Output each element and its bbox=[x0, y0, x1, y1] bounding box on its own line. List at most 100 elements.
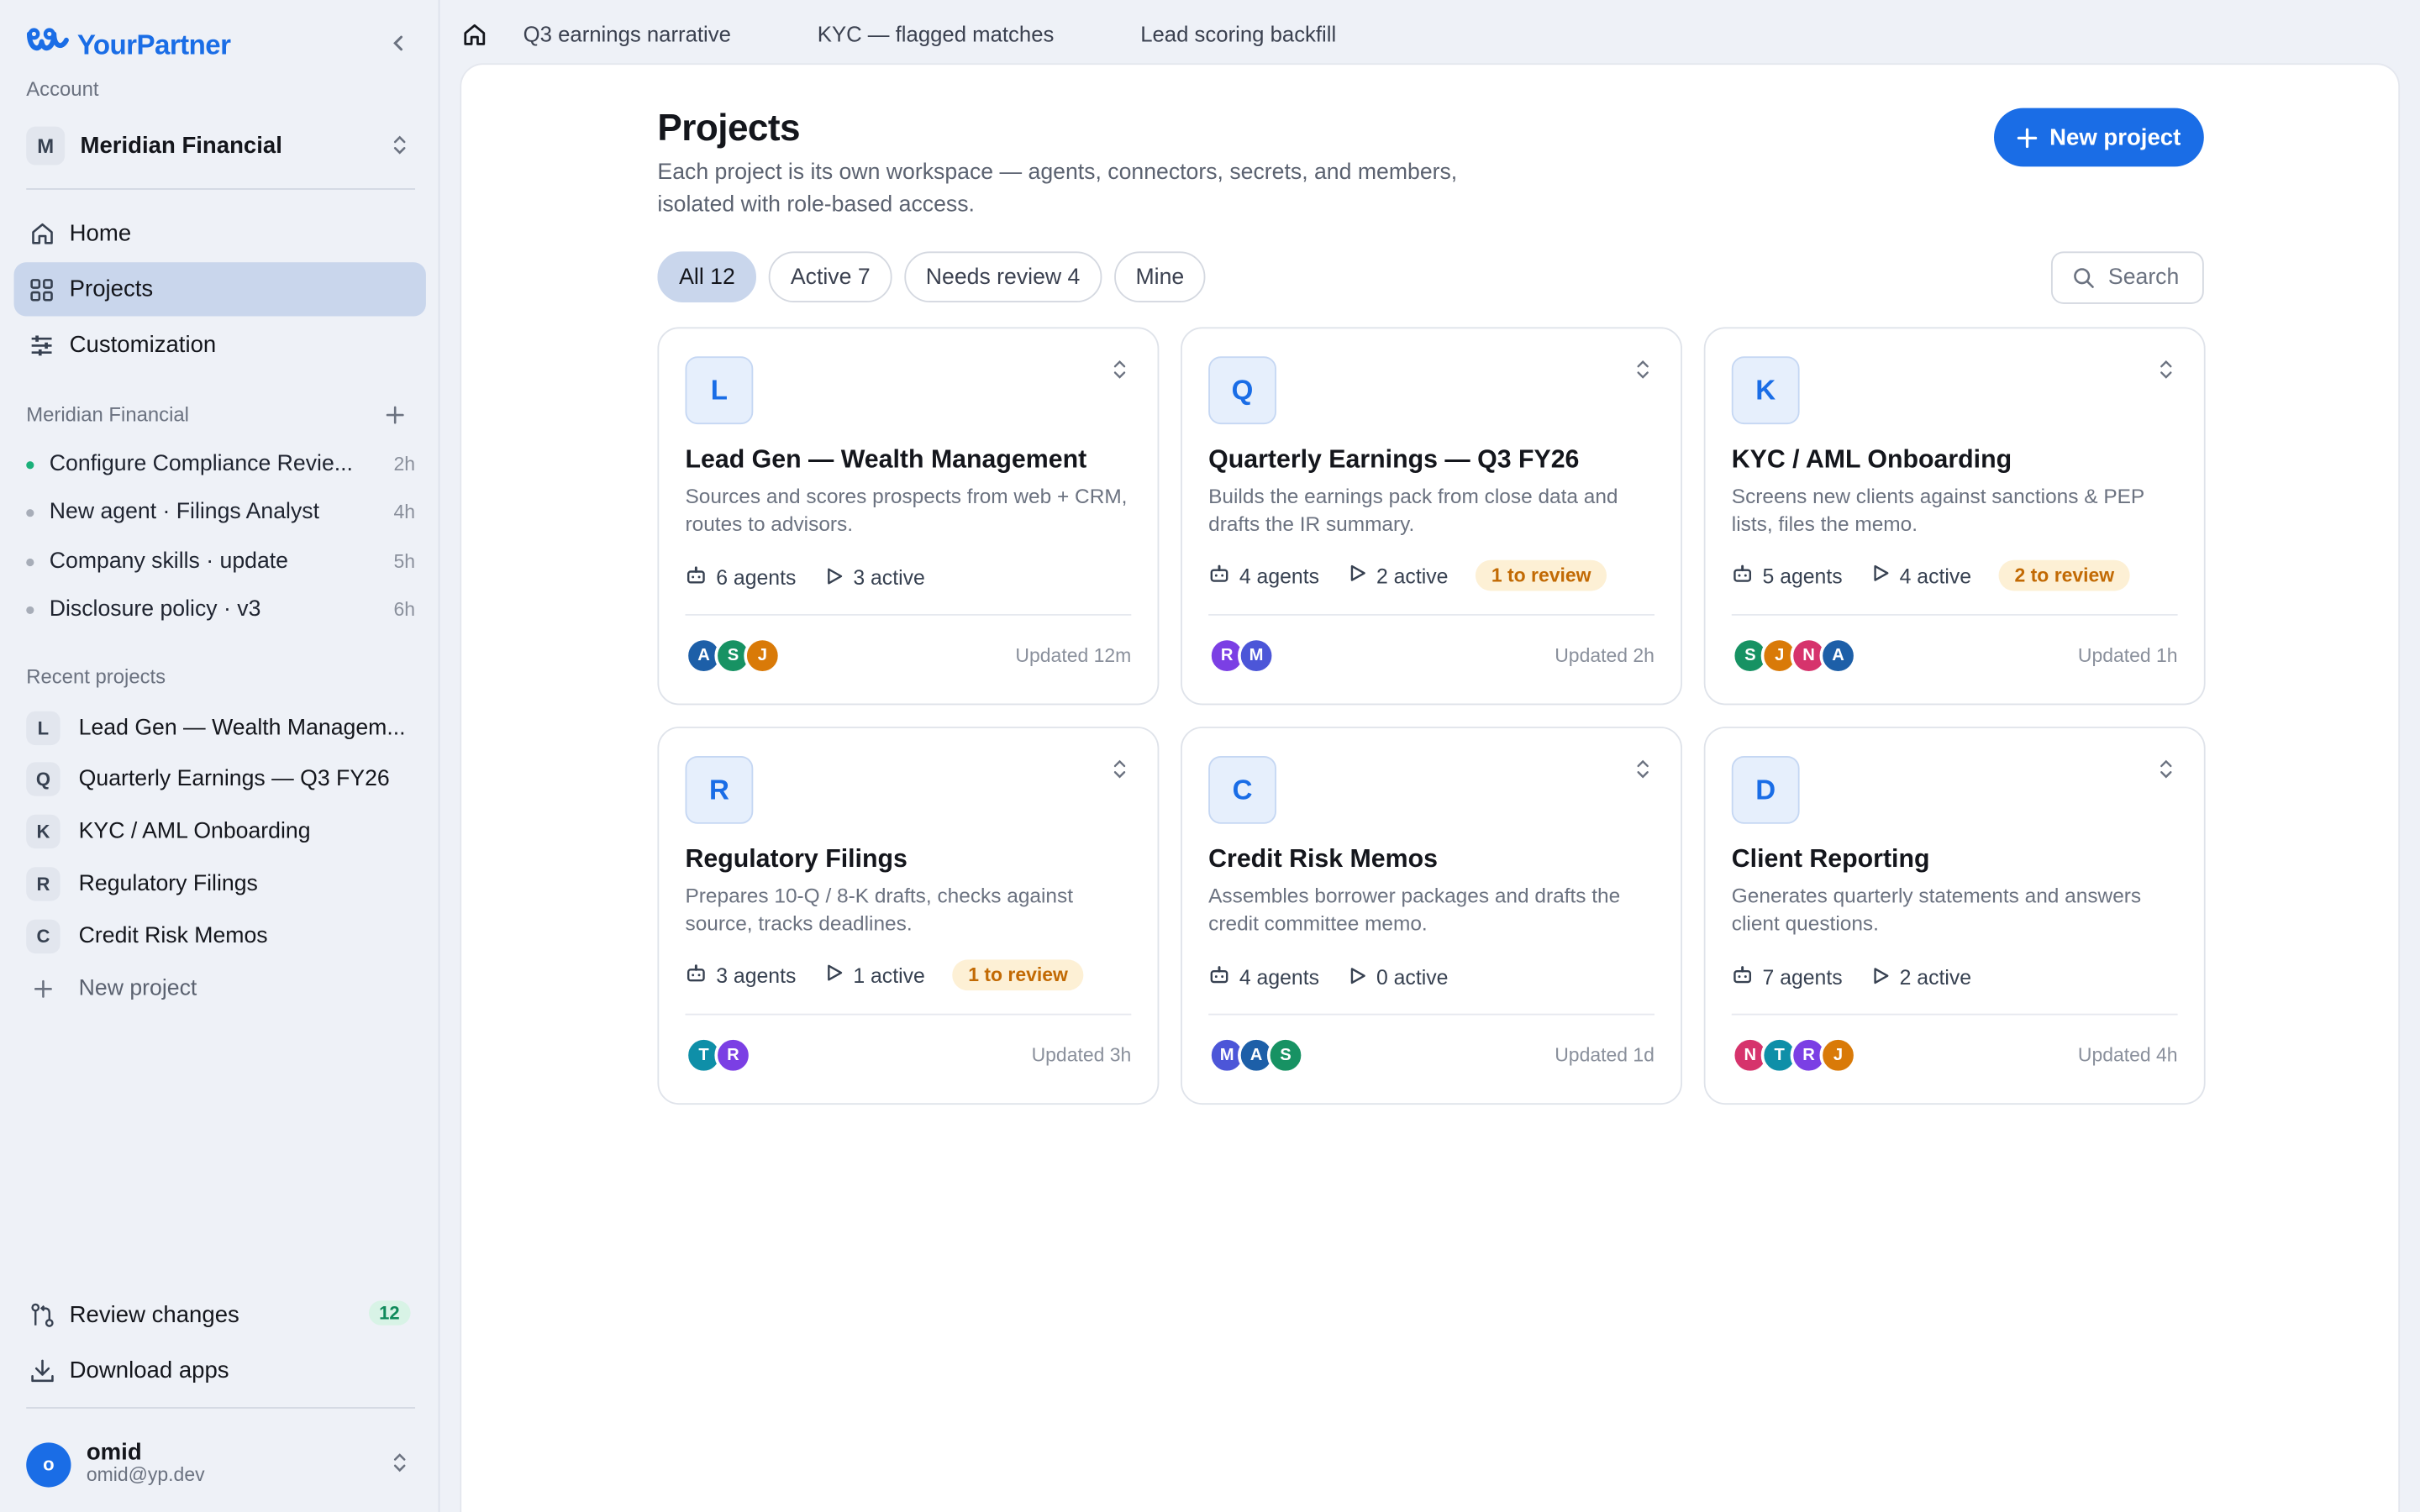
project-card[interactable]: D Client Reporting Generates quarterly sta… bbox=[1703, 727, 2206, 1105]
project-card[interactable]: L Lead Gen — Wealth Management Sources and… bbox=[657, 327, 1160, 706]
chevron-left-icon bbox=[393, 35, 403, 51]
project-menu-button[interactable] bbox=[2158, 358, 2175, 389]
active-count: 2 active bbox=[1376, 564, 1449, 587]
bot-icon bbox=[1208, 964, 1230, 990]
activity-label: Disclosure policy · v3 bbox=[49, 596, 261, 622]
updated-time: Updated 4h bbox=[2077, 1044, 2178, 1067]
download-apps-button[interactable]: Download apps bbox=[14, 1347, 426, 1393]
project-card[interactable]: K KYC / AML Onboarding Screens new clients… bbox=[1703, 327, 2206, 706]
app-name: YourPartner bbox=[76, 28, 231, 60]
updated-time: Updated 1h bbox=[2077, 644, 2178, 667]
project-name: Credit Risk Memos bbox=[1208, 845, 1438, 874]
project-initial: C bbox=[1208, 755, 1276, 824]
search-placeholder: Search bbox=[2107, 265, 2180, 291]
filter-mine[interactable]: Mine bbox=[1113, 251, 1206, 302]
recent-project-item[interactable]: C Credit Risk Memos bbox=[26, 915, 415, 958]
project-description: Screens new clients against sanctions & … bbox=[1731, 484, 2144, 536]
account-name: Meridian Financial bbox=[80, 132, 282, 159]
avatar: J bbox=[744, 637, 781, 675]
activity-section-label: Meridian Financial bbox=[26, 402, 189, 426]
status-dot bbox=[26, 460, 34, 469]
play-icon bbox=[1347, 563, 1367, 587]
account-switcher[interactable]: M Meridian Financial bbox=[26, 120, 415, 170]
search-input[interactable]: Search bbox=[2050, 251, 2204, 304]
new-project-button[interactable]: New project bbox=[1994, 108, 2204, 167]
member-avatars: MAS bbox=[1208, 1037, 1305, 1074]
plus-icon bbox=[26, 979, 60, 998]
play-icon bbox=[1870, 965, 1891, 990]
recent-project-item[interactable]: L Lead Gen — Wealth Managem... bbox=[26, 706, 415, 749]
updated-time: Updated 2h bbox=[1555, 644, 1655, 667]
recent-project-item[interactable]: Q Quarterly Earnings — Q3 FY26 bbox=[26, 758, 415, 801]
chevron-updown-icon bbox=[2158, 759, 2175, 786]
nav-projects[interactable]: Projects bbox=[13, 262, 426, 317]
divider bbox=[685, 1013, 1132, 1016]
play-icon bbox=[1347, 965, 1367, 990]
activity-time: 2h bbox=[393, 453, 416, 475]
project-name: Client Reporting bbox=[1731, 845, 1930, 874]
filter-chips: All 12 Active 7 Needs review 4 Mine bbox=[657, 251, 1206, 302]
tab[interactable]: Q3 earnings narrative bbox=[523, 22, 731, 46]
nav-label: Customization bbox=[69, 331, 217, 359]
divider bbox=[1731, 1013, 2178, 1016]
recent-project-item[interactable]: K KYC / AML Onboarding bbox=[26, 810, 415, 853]
nav-home[interactable]: Home bbox=[14, 207, 426, 260]
sidebar-new-project-button[interactable]: New project bbox=[26, 968, 415, 1011]
tab-bar: Q3 earnings narrative KYC — flagged matc… bbox=[460, 18, 1423, 50]
recent-project-label: Quarterly Earnings — Q3 FY26 bbox=[78, 766, 390, 792]
play-icon bbox=[1870, 563, 1891, 587]
project-menu-button[interactable] bbox=[1111, 758, 1128, 789]
tab[interactable]: KYC — flagged matches bbox=[818, 22, 1055, 46]
activity-item[interactable]: New agent · Filings Analyst 4h bbox=[26, 492, 415, 533]
activity-item[interactable]: Configure Compliance Revie... 2h bbox=[26, 444, 415, 485]
project-menu-button[interactable] bbox=[2158, 758, 2175, 789]
project-menu-button[interactable] bbox=[1111, 358, 1128, 389]
nav-customization[interactable]: Customization bbox=[14, 318, 426, 371]
nav-label: Projects bbox=[69, 276, 154, 302]
divider bbox=[26, 188, 416, 190]
project-card[interactable]: R Regulatory Filings Prepares 10-Q / 8-K d… bbox=[657, 727, 1160, 1105]
filter-all[interactable]: All 12 bbox=[657, 251, 757, 302]
member-avatars: SJNA bbox=[1731, 637, 1857, 675]
bot-icon bbox=[1732, 964, 1754, 990]
member-avatars: NTRJ bbox=[1731, 1037, 1857, 1074]
project-description: Generates quarterly statements and answe… bbox=[1731, 884, 2142, 936]
project-stats: 7 agents 2 active bbox=[1732, 964, 1999, 990]
agent-count: 5 agents bbox=[1762, 564, 1843, 587]
filter-needs-review[interactable]: Needs review 4 bbox=[904, 251, 1102, 302]
project-stats: 6 agents 3 active bbox=[685, 564, 952, 591]
new-project-label: New project bbox=[78, 976, 197, 1002]
updated-time: Updated 1d bbox=[1555, 1044, 1655, 1067]
project-stats: 4 agents 0 active bbox=[1208, 964, 1476, 990]
download-apps-label: Download apps bbox=[69, 1357, 229, 1383]
status-dot bbox=[26, 508, 34, 517]
app-logo[interactable]: YourPartner bbox=[24, 28, 231, 61]
project-menu-button[interactable] bbox=[1634, 358, 1651, 389]
project-initial: Q bbox=[26, 762, 60, 796]
user-menu[interactable]: o omid omid@yp.dev bbox=[26, 1436, 415, 1492]
user-email: omid@yp.dev bbox=[86, 1464, 205, 1487]
avatar: o bbox=[26, 1441, 71, 1487]
collapse-sidebar-button[interactable] bbox=[383, 28, 414, 59]
project-description: Builds the earnings pack from close data… bbox=[1208, 484, 1618, 536]
agent-count: 6 agents bbox=[716, 566, 797, 590]
review-changes-button[interactable]: Review changes 12 bbox=[14, 1291, 426, 1337]
agent-count: 7 agents bbox=[1762, 965, 1843, 990]
project-initial: R bbox=[685, 755, 754, 824]
plus-icon bbox=[386, 406, 404, 424]
member-avatars: TR bbox=[685, 1037, 752, 1074]
page-title: Projects bbox=[657, 108, 800, 150]
recent-project-item[interactable]: R Regulatory Filings bbox=[26, 863, 415, 906]
activity-item[interactable]: Company skills · update 5h bbox=[26, 542, 415, 582]
active-count: 1 active bbox=[853, 963, 925, 987]
project-card[interactable]: C Credit Risk Memos Assembles borrower pac… bbox=[1181, 727, 1683, 1105]
add-activity-button[interactable] bbox=[381, 402, 409, 429]
home-tab-button[interactable] bbox=[460, 20, 487, 48]
active-count: 3 active bbox=[853, 566, 925, 590]
project-menu-button[interactable] bbox=[1634, 758, 1651, 789]
filter-active[interactable]: Active 7 bbox=[769, 251, 892, 302]
project-card[interactable]: Q Quarterly Earnings — Q3 FY26 Builds the … bbox=[1181, 327, 1683, 706]
activity-item[interactable]: Disclosure policy · v3 6h bbox=[26, 590, 415, 630]
tab[interactable]: Lead scoring backfill bbox=[1140, 22, 1336, 46]
agent-count: 4 agents bbox=[1239, 564, 1320, 587]
